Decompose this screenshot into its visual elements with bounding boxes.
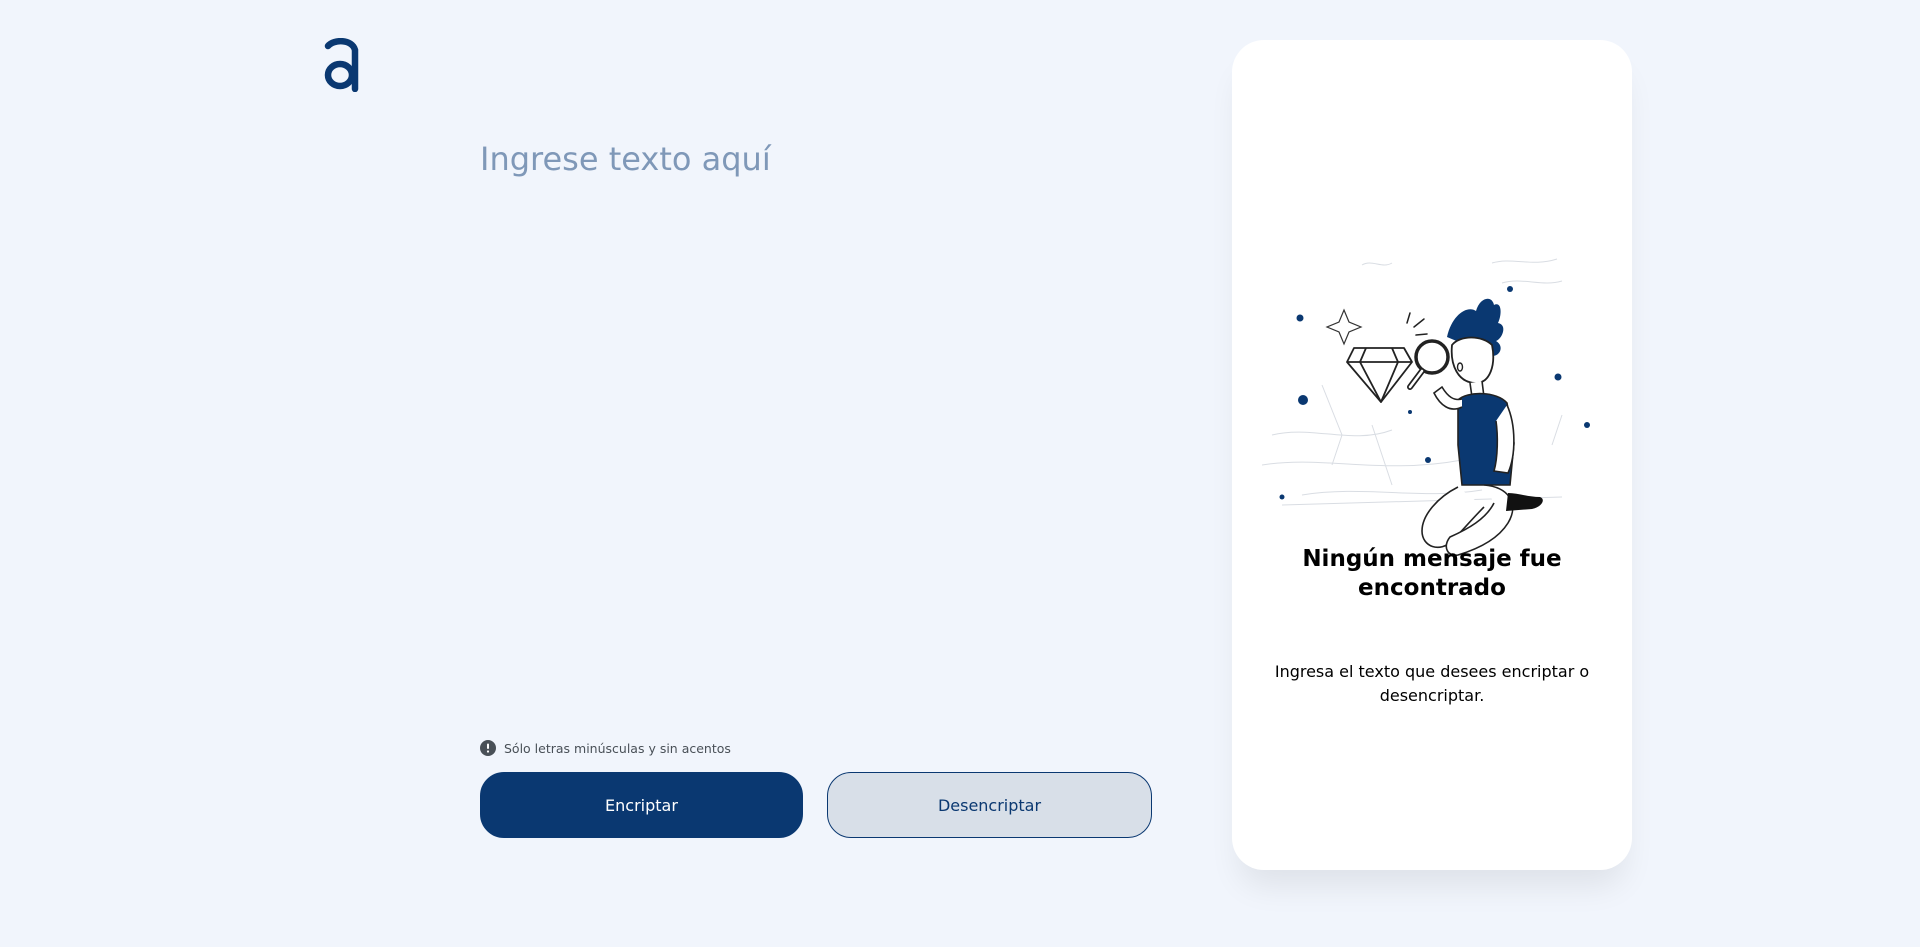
exclamation-circle-icon <box>480 740 496 756</box>
page: Sólo letras minúsculas y sin acentos Enc… <box>0 0 1920 947</box>
hint: Sólo letras minúsculas y sin acentos <box>480 739 731 757</box>
decrypt-button[interactable]: Desencriptar <box>827 772 1152 838</box>
hint-text: Sólo letras minúsculas y sin acentos <box>504 740 731 756</box>
text-input[interactable] <box>480 140 1140 700</box>
person-with-magnifying-glass-illustration <box>1262 258 1590 557</box>
empty-state-description: Ingresa el texto que desees encriptar o … <box>1274 662 1590 705</box>
output-panel: Ningún mensaje fue encontrado Ingresa el… <box>1232 40 1632 870</box>
empty-state-title: Ningún mensaje fue encontrado <box>1302 546 1562 601</box>
encrypt-button[interactable]: Encriptar <box>480 772 803 838</box>
logo-icon <box>324 38 359 92</box>
